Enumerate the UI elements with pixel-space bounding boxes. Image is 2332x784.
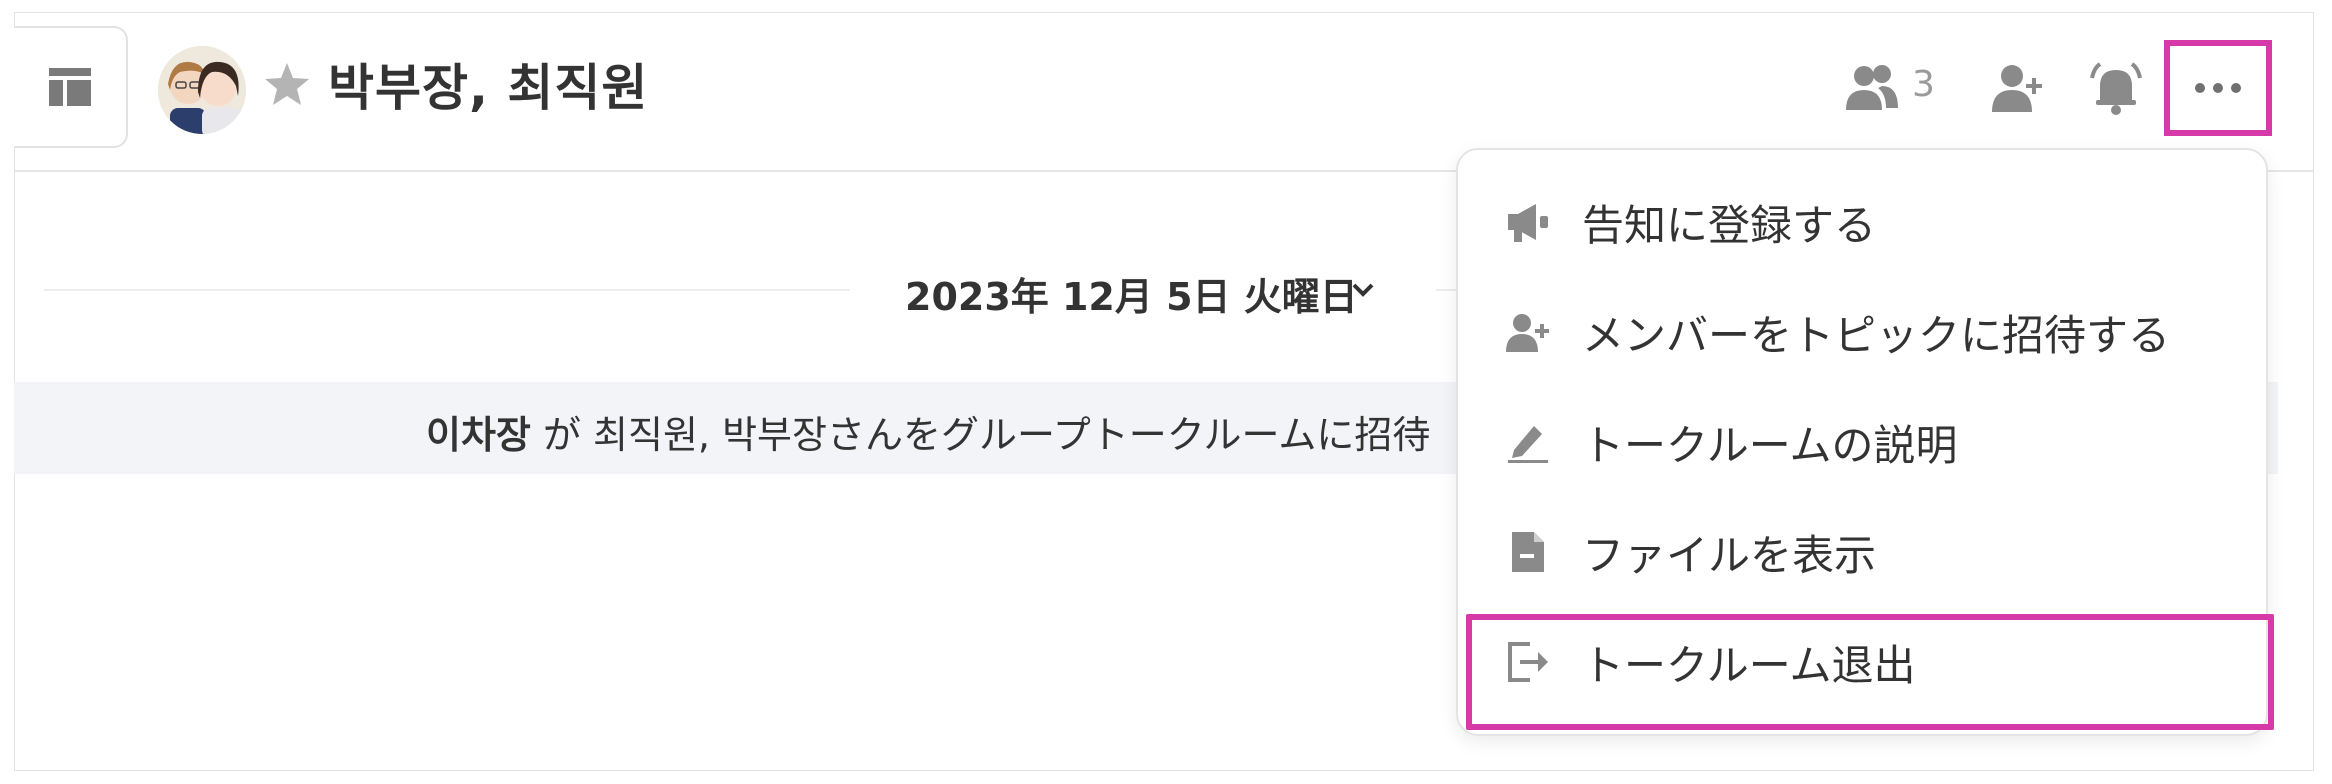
menu-item-invite-members[interactable]: メンバーをトピックに招待する [1506, 292, 2170, 372]
date-separator-label[interactable]: 2023年 12月 5日 火曜日 [905, 266, 1358, 321]
notification-bell-icon[interactable] [2086, 58, 2146, 118]
menu-item-view-files[interactable]: ファイルを表示 [1506, 512, 1876, 592]
layout-icon [49, 68, 91, 106]
menu-item-register-notice[interactable]: 告知に登録する [1506, 182, 1876, 262]
system-message-actor: 이차장 [426, 413, 531, 457]
add-user-icon [1506, 310, 1550, 354]
sidebar-toggle-button[interactable] [14, 26, 128, 148]
leave-room-highlight [1466, 614, 2274, 730]
menu-item-label: トークルームの説明 [1582, 420, 1958, 470]
member-count[interactable]: 3 [1912, 64, 1935, 105]
megaphone-icon [1506, 200, 1550, 244]
chevron-down-icon[interactable] [1350, 276, 1376, 302]
file-icon [1506, 530, 1550, 574]
menu-item-label: メンバーをトピックに招待する [1582, 310, 2171, 360]
system-message: 이차장 が 최직원, 박부장さんをグループトークルームに招待 [426, 404, 1430, 459]
more-options-button[interactable] [2164, 40, 2272, 136]
invite-member-icon[interactable] [1988, 58, 2048, 118]
date-divider-left [44, 289, 850, 291]
menu-item-room-description[interactable]: トークルームの説明 [1506, 402, 1957, 482]
pencil-icon [1506, 420, 1550, 464]
system-message-text: が 최직원, 박부장さんをグループトークルームに招待 [530, 413, 1431, 457]
members-icon[interactable] [1842, 58, 1902, 118]
favorite-star-icon[interactable] [262, 60, 312, 110]
menu-item-label: 告知に登録する [1582, 200, 1877, 250]
more-icon [2195, 83, 2241, 93]
menu-item-label: ファイルを表示 [1582, 530, 1877, 580]
group-avatar[interactable] [158, 46, 246, 134]
chat-title: 박부장, 최직원 [328, 59, 649, 117]
avatar-image [158, 46, 246, 134]
